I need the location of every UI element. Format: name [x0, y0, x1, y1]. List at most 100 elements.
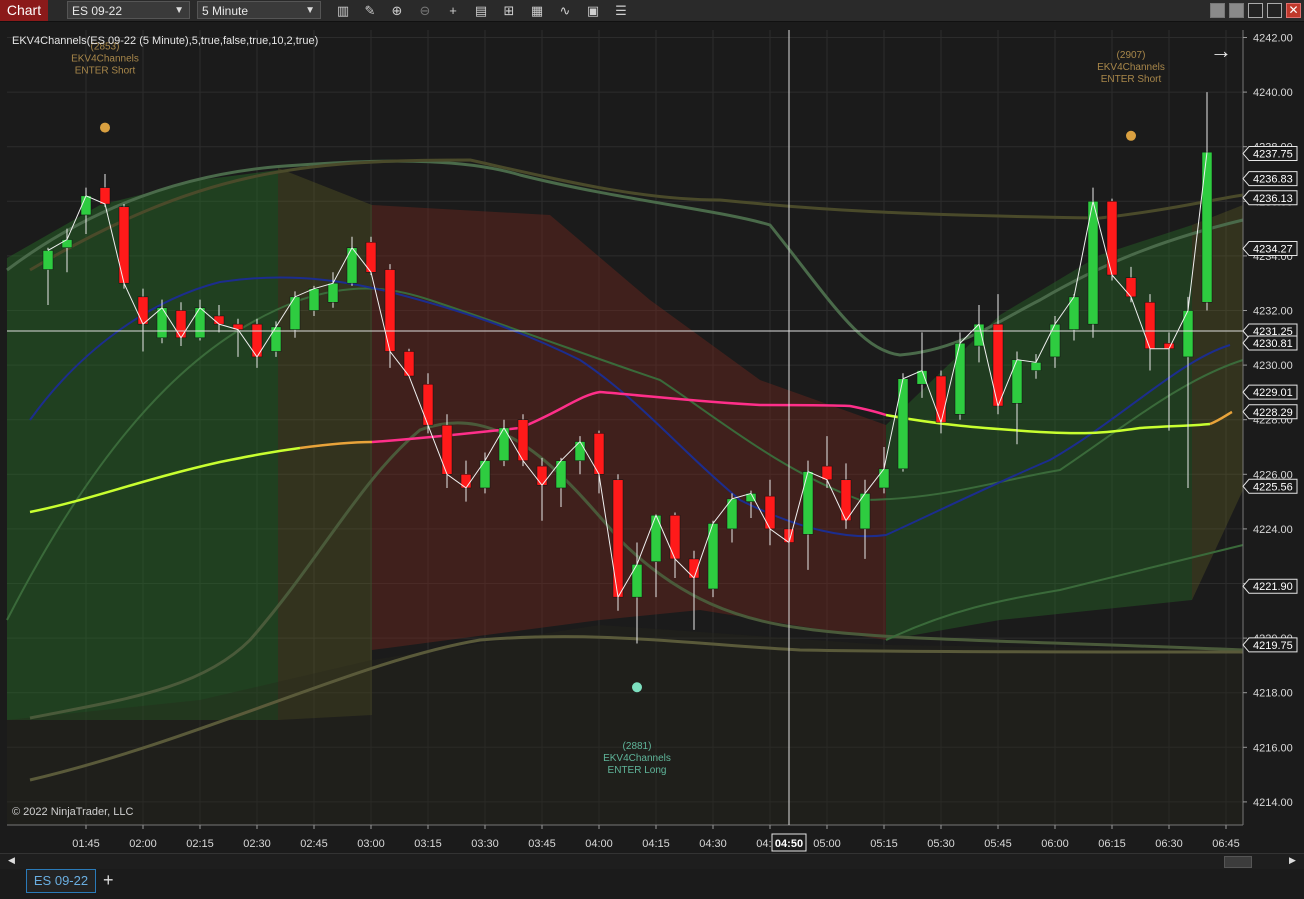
candle-up — [80, 195, 92, 216]
candle-up — [954, 343, 966, 415]
x-tick-label: 03:45 — [528, 838, 556, 850]
candle-up — [327, 282, 339, 303]
candle-down — [536, 465, 548, 486]
chart-title-tab[interactable]: Chart — [0, 0, 48, 21]
candle-down — [99, 187, 111, 205]
list-icon[interactable]: ☰ — [612, 2, 630, 19]
signal-name-label: EKV4Channels — [603, 753, 671, 764]
y-tick-label: 4240.00 — [1253, 87, 1293, 99]
copyright-label: © 2022 NinjaTrader, LLC — [12, 806, 134, 818]
signal-name-label: EKV4Channels — [71, 54, 139, 65]
x-tick-label: 06:00 — [1041, 838, 1069, 850]
y-tick-label: 4230.00 — [1253, 360, 1293, 372]
maximize-icon[interactable] — [1267, 3, 1282, 18]
properties-icon[interactable]: ▤ — [472, 2, 490, 19]
price-marker-label: 4234.27 — [1253, 244, 1293, 256]
x-tick-label: 03:00 — [357, 838, 385, 850]
candle-down — [764, 495, 776, 530]
crosshair-time-label: 04:50 — [775, 838, 803, 850]
tab-instrument[interactable]: ES 09-22 — [26, 869, 96, 893]
horizontal-scrollbar[interactable]: ◀ ▶ — [0, 853, 1304, 869]
candle-up — [802, 471, 814, 535]
candle-down — [612, 479, 624, 598]
add-tab-icon[interactable]: + — [103, 870, 114, 891]
candle-up — [498, 427, 510, 461]
signal-id-label: (2907) — [1117, 50, 1146, 61]
candle-up — [194, 307, 206, 339]
x-tick-label: 03:15 — [414, 838, 442, 850]
scroll-right-icon[interactable]: ▶ — [1289, 855, 1296, 866]
toolbar: Chart ES 09-22 ▼ 5 Minute ▼ ▥ ✎ ⊕ ⊖ + ▤ … — [0, 0, 1304, 22]
candle-down — [1106, 201, 1118, 276]
candle-down — [213, 315, 225, 325]
price-marker-label: 4237.75 — [1253, 149, 1293, 161]
candle-up — [156, 307, 168, 339]
candle-down — [840, 479, 852, 521]
interval-select-value: 5 Minute — [202, 4, 249, 18]
scroll-thumb[interactable] — [1224, 856, 1252, 868]
y-tick-label: 4224.00 — [1253, 524, 1293, 536]
x-tick-label: 02:45 — [300, 838, 328, 850]
signal-id-label: (2881) — [623, 741, 652, 752]
candle-up — [631, 564, 643, 598]
y-tick-label: 4218.00 — [1253, 688, 1293, 700]
strategies-icon[interactable]: ▦ — [528, 2, 546, 19]
price-marker-label: 4230.81 — [1253, 338, 1293, 350]
candle-up — [61, 239, 73, 248]
candle-down — [137, 296, 149, 325]
window-button-icon[interactable] — [1210, 3, 1225, 18]
price-chart[interactable]: 4242.004240.004238.004236.004234.004232.… — [0, 22, 1304, 853]
candle-down — [1125, 277, 1137, 298]
price-marker-label: 4221.90 — [1253, 581, 1293, 593]
x-tick-label: 05:30 — [927, 838, 955, 850]
x-tick-label: 06:15 — [1098, 838, 1126, 850]
x-tick-label: 04:00 — [585, 838, 613, 850]
x-tick-label: 02:00 — [129, 838, 157, 850]
instrument-select-value: ES 09-22 — [72, 4, 123, 18]
signal-marker[interactable] — [100, 122, 110, 133]
candle-up — [878, 468, 890, 489]
close-icon[interactable]: ✕ — [1286, 3, 1301, 18]
y-tick-label: 4216.00 — [1253, 742, 1293, 754]
crosshair-icon[interactable]: + — [444, 2, 462, 19]
candle-up — [1030, 362, 1042, 371]
x-tick-label: 05:00 — [813, 838, 841, 850]
signal-action-label: ENTER Short — [75, 66, 136, 77]
indicator-title: EKV4Channels(ES 09-22 (5 Minute),5,true,… — [12, 35, 319, 47]
candle-down — [441, 424, 453, 475]
x-tick-label: 03:30 — [471, 838, 499, 850]
price-marker-label: 4219.75 — [1253, 640, 1293, 652]
candle-up — [1011, 359, 1023, 404]
instrument-select[interactable]: ES 09-22 ▼ — [67, 1, 190, 19]
candle-down — [403, 351, 415, 377]
y-tick-label: 4242.00 — [1253, 33, 1293, 45]
chevron-down-icon: ▼ — [305, 5, 315, 16]
x-tick-label: 05:15 — [870, 838, 898, 850]
candle-down — [384, 269, 396, 352]
price-marker-label: 4236.13 — [1253, 193, 1293, 205]
interval-select[interactable]: 5 Minute ▼ — [197, 1, 321, 19]
candle-down — [1144, 302, 1156, 349]
x-tick-label: 04:15 — [642, 838, 670, 850]
candle-up — [897, 378, 909, 470]
zoom-in-icon[interactable]: ⊕ — [388, 2, 406, 19]
signal-marker[interactable] — [1126, 130, 1136, 141]
signal-marker[interactable] — [632, 682, 642, 693]
indicators-icon[interactable]: ∿ — [556, 2, 574, 19]
data-box-icon[interactable]: ▣ — [584, 2, 602, 19]
arrow-right-icon[interactable]: → — [1210, 38, 1232, 64]
window-button-icon[interactable] — [1229, 3, 1244, 18]
minimize-icon[interactable] — [1248, 3, 1263, 18]
pencil-icon[interactable]: ✎ — [361, 2, 379, 19]
templates-icon[interactable]: ⊞ — [500, 2, 518, 19]
candle-down — [422, 383, 434, 426]
x-tick-label: 05:45 — [984, 838, 1012, 850]
signal-action-label: ENTER Short — [1101, 74, 1162, 85]
zoom-out-icon[interactable]: ⊖ — [416, 2, 434, 19]
x-tick-label: 06:30 — [1155, 838, 1183, 850]
scroll-left-icon[interactable]: ◀ — [8, 855, 15, 866]
price-marker-label: 4236.83 — [1253, 174, 1293, 186]
bars-icon[interactable]: ▥ — [334, 2, 352, 19]
candle-up — [42, 250, 54, 270]
candle-up — [308, 288, 320, 311]
